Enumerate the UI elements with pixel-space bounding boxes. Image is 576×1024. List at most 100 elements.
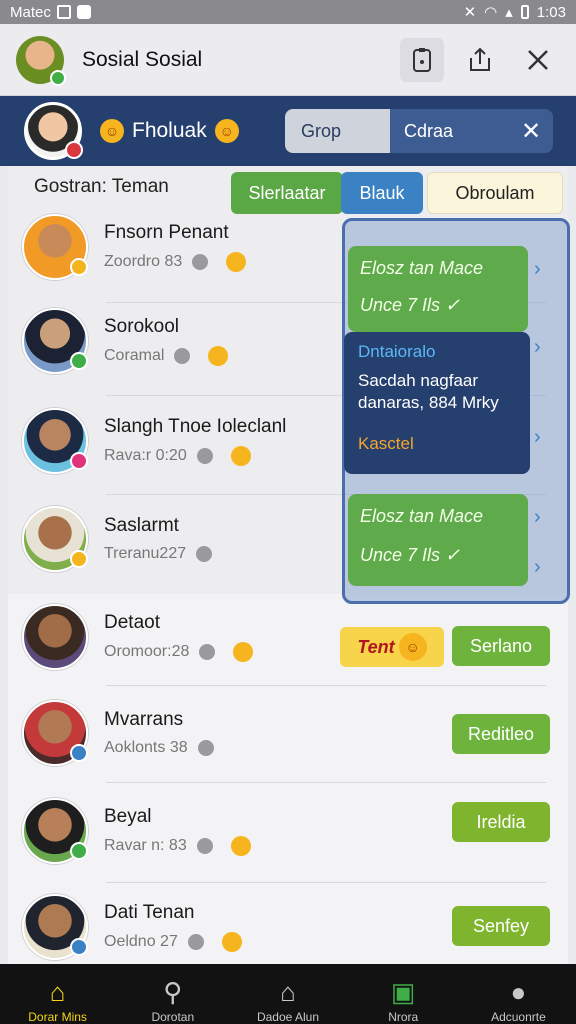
contact-subtitle: Coramal xyxy=(104,347,165,364)
nav-houses[interactable]: ⌂ Dadoe Alun xyxy=(230,964,345,1024)
share-icon[interactable] xyxy=(458,38,502,82)
nav-profile[interactable]: ● Adcuonrte xyxy=(461,964,576,1024)
message-bubble[interactable]: Elosz tan Mace Unce 7 Ils ✓ xyxy=(348,494,528,586)
status-bar: Matec ✕ ◠ ▴ 1:03 xyxy=(0,0,576,24)
clipboard-icon[interactable] xyxy=(400,37,444,82)
action-button[interactable]: Senfey xyxy=(452,906,550,946)
status-icon xyxy=(197,740,214,756)
contact-row[interactable]: Mvarrans Aoklonts 38 xyxy=(22,688,342,778)
contact-subtitle: Treranu227 xyxy=(104,545,187,562)
smiley-icon xyxy=(233,642,254,662)
app-title: Sosial Sosial xyxy=(82,47,203,71)
close-icon[interactable] xyxy=(516,38,560,82)
status-icon xyxy=(187,934,204,950)
contact-name: Sorokool xyxy=(104,316,179,337)
status-badge xyxy=(65,141,83,159)
nav-label: Dorotan xyxy=(151,1010,195,1024)
chat-avatar[interactable] xyxy=(24,102,83,160)
nav-home[interactable]: ⌂ Dorar Mins xyxy=(0,964,115,1024)
smiley-icon xyxy=(230,446,251,466)
divider xyxy=(106,782,546,783)
chevron-right-icon[interactable]: › xyxy=(534,258,541,281)
divider xyxy=(106,685,546,686)
nav-label: Dorar Mins xyxy=(28,1010,87,1024)
contact-row[interactable]: Saslarmt Treranu227 xyxy=(22,494,342,584)
avatar xyxy=(22,798,88,864)
status-icon xyxy=(196,546,213,562)
group-search[interactable]: Grop Cdraa ✕ xyxy=(285,109,553,153)
search-current-value[interactable]: Cdraa xyxy=(390,109,509,153)
house-icon: ⌂ xyxy=(280,977,296,1007)
status-badge xyxy=(70,842,88,860)
message-bubble[interactable]: Dntaioralo Sacdah nagfaar danaras, 884 M… xyxy=(344,332,530,474)
app-notification-icon xyxy=(76,5,91,19)
message-title: Dntaioralo xyxy=(358,342,436,361)
contact-row[interactable]: Slangh Tnoe Ioleclanl Rava:r 0:20 xyxy=(22,396,342,486)
contact-subtitle: Rava:r 0:20 xyxy=(104,447,187,464)
action-button[interactable]: Serlano xyxy=(452,626,550,666)
message-meta: Unce 7 Ils ✓ xyxy=(360,295,461,315)
contact-subtitle: Zoordro 83 xyxy=(104,253,183,270)
chevron-right-icon[interactable]: › xyxy=(534,506,541,529)
action-button[interactable]: Reditleo xyxy=(452,714,550,754)
status-badge xyxy=(70,938,88,956)
section-title: Gostran: Teman xyxy=(34,176,169,197)
smiley-icon xyxy=(221,932,242,952)
avatar xyxy=(22,700,88,766)
status-icon xyxy=(196,838,213,854)
chat-name: Fholuak xyxy=(132,119,207,142)
smiley-icon xyxy=(226,252,247,272)
person-icon: ● xyxy=(510,977,527,1007)
contact-row[interactable]: Dati Tenan Oeldno 27 xyxy=(22,882,342,972)
home-icon: ⌂ xyxy=(49,977,66,1007)
message-footer: Kasctel xyxy=(358,434,414,453)
avatar xyxy=(22,506,88,572)
signal-icon: ▴ xyxy=(505,4,513,21)
status-icon xyxy=(199,644,216,660)
chevron-right-icon[interactable]: › xyxy=(534,336,541,359)
filter-tab-3[interactable]: Obroulam xyxy=(427,172,563,214)
smiley-icon: ☺ xyxy=(214,119,239,143)
search-group-label[interactable]: Grop xyxy=(285,109,390,153)
contact-row[interactable]: Beyal Ravar n: 83 xyxy=(22,786,342,876)
contact-subtitle: Ravar n: 83 xyxy=(104,837,187,854)
message-text: Elosz tan Mace xyxy=(360,258,484,278)
contact-name: Beyal xyxy=(104,806,152,827)
nav-label: Adcuonrte xyxy=(491,1010,546,1024)
smiley-icon xyxy=(208,346,229,366)
status-badge xyxy=(70,452,88,470)
status-badge xyxy=(70,744,88,762)
nav-label: Nrora xyxy=(388,1010,419,1024)
tag-text: Tent xyxy=(357,636,395,657)
wifi-icon: ◠ xyxy=(484,4,498,21)
tag-label[interactable]: Tent ☺ xyxy=(340,627,444,667)
action-button[interactable]: Ireldia xyxy=(452,802,550,842)
nav-search[interactable]: ⚲ Dorotan xyxy=(115,964,230,1024)
contact-subtitle: Oromoor:28 xyxy=(104,643,190,660)
message-bubble[interactable]: Elosz tan Mace Unce 7 Ils ✓ xyxy=(348,246,528,332)
chevron-right-icon[interactable]: › xyxy=(534,556,541,579)
contact-subtitle: Aoklonts 38 xyxy=(104,739,188,756)
online-badge xyxy=(50,69,66,86)
status-icon xyxy=(192,254,209,270)
contact-name: Mvarrans xyxy=(104,709,184,730)
status-badge xyxy=(70,258,88,276)
contact-row[interactable]: Fnsorn Penant Zoordro 83 xyxy=(22,202,342,292)
contact-name: Dati Tenan xyxy=(104,902,195,923)
image-icon: ▣ xyxy=(390,977,416,1007)
status-icon xyxy=(174,348,191,364)
contact-row[interactable]: Detaot Oromoor:28 xyxy=(22,592,342,682)
status-badge xyxy=(70,352,88,370)
nav-gallery[interactable]: ▣ Nrora xyxy=(346,964,461,1024)
avatar xyxy=(22,214,88,280)
contact-name: Detaot xyxy=(104,612,160,633)
status-left-text: Matec xyxy=(10,3,51,21)
message-text: Elosz tan Mace xyxy=(360,506,484,526)
contact-row[interactable]: Sorokool Coramal xyxy=(22,296,342,386)
app-avatar[interactable] xyxy=(16,35,66,86)
chevron-right-icon[interactable]: › xyxy=(534,426,541,449)
contact-subtitle: Oeldno 27 xyxy=(104,933,178,950)
close-icon[interactable]: ✕ xyxy=(509,109,553,153)
smiley-icon: ☺ xyxy=(100,119,124,143)
filter-tab-2[interactable]: Blauk xyxy=(341,172,423,214)
